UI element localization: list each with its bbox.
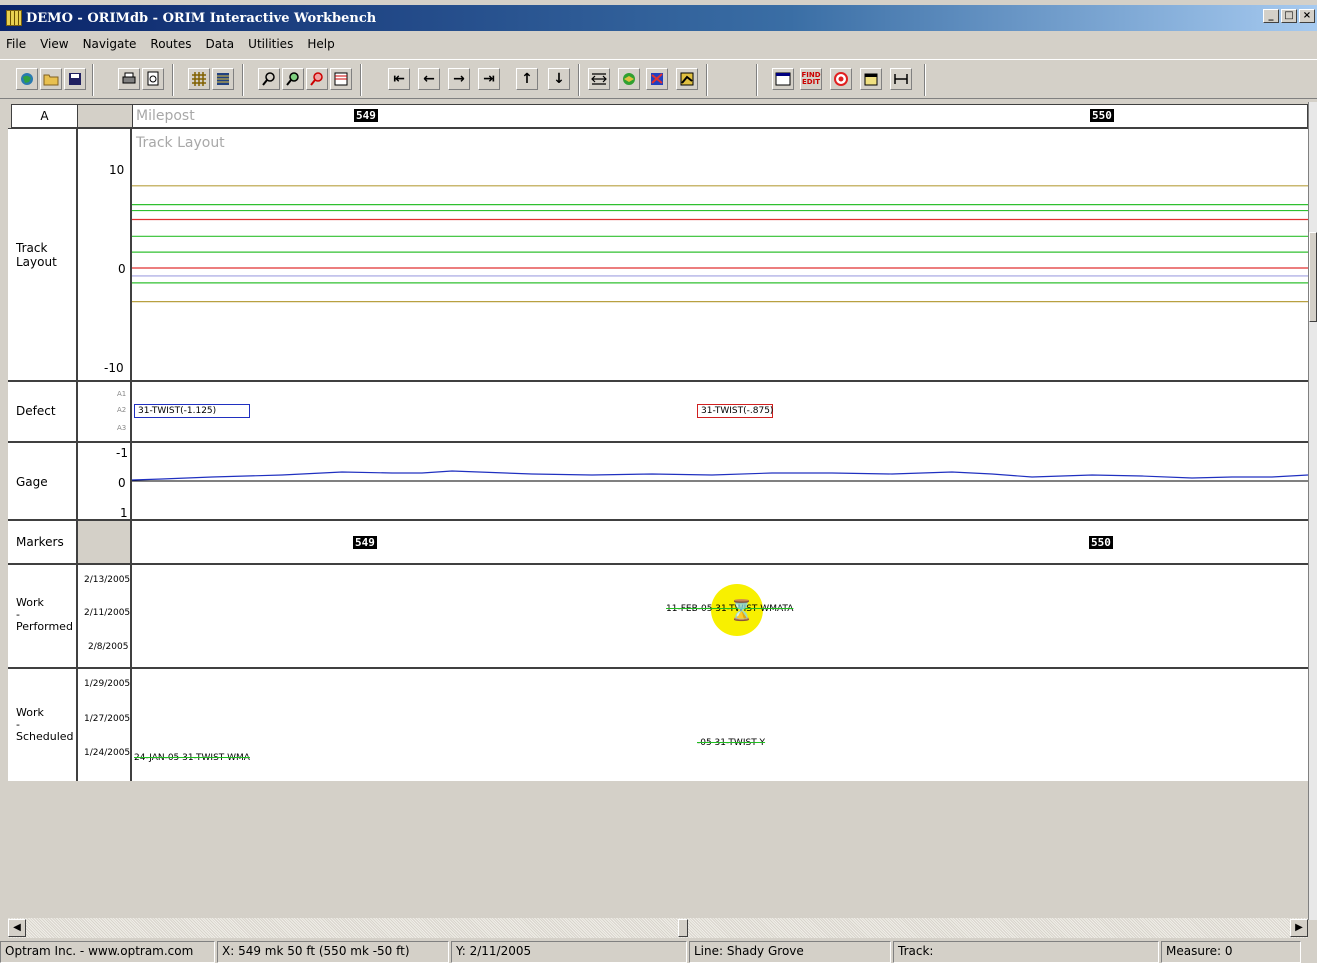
grid-icon[interactable] xyxy=(188,68,210,90)
zoom-in-icon[interactable] xyxy=(282,68,304,90)
markers-row: Markers 549 550 xyxy=(8,519,1308,563)
track-layout-row: Track Layout 10 0 -10 Track Layout xyxy=(8,128,1308,380)
fit-width-icon[interactable] xyxy=(588,68,610,90)
milepost-550: 550 xyxy=(1090,109,1114,122)
work-performed-row: Work - Performed 2/13/2005 2/11/2005 2/8… xyxy=(8,563,1308,667)
vertical-scrollbar[interactable] xyxy=(1308,102,1317,920)
status-y: Y: 2/11/2005 xyxy=(451,941,687,963)
route-label: A xyxy=(11,104,78,128)
horizontal-scrollbar[interactable]: ◀ ▶ xyxy=(8,918,1308,938)
status-measure: Measure: 0 xyxy=(1161,941,1301,963)
scroll-right-button[interactable]: ▶ xyxy=(1290,919,1308,937)
chart-workarea: A Milepost 549 550 Track Layout 10 0 -10… xyxy=(8,102,1308,920)
status-x: X: 549 mk 50 ft (550 mk -50 ft) xyxy=(217,941,449,963)
milepost-header: Milepost 549 550 xyxy=(132,104,1308,128)
zoom-tool-icon[interactable] xyxy=(306,68,328,90)
track-layout-label: Track Layout xyxy=(16,241,57,269)
table-icon[interactable] xyxy=(212,68,234,90)
gage-row: Gage -1 0 1 xyxy=(8,441,1308,520)
down-icon[interactable]: ↓ xyxy=(548,68,570,90)
window-icon[interactable] xyxy=(772,68,794,90)
header-spacer xyxy=(78,104,132,128)
status-track: Track: xyxy=(893,941,1159,963)
menu-data[interactable]: Data xyxy=(206,37,235,51)
first-icon[interactable]: ⇤ xyxy=(388,68,410,90)
toolbar: ⇤ ← → ⇥ ↑ ↓ FIND EDIT xyxy=(0,59,1317,99)
work-scheduled-item[interactable]: 24-JAN-05 31-TWIST WMA xyxy=(134,753,250,763)
gage-tick-minus1: -1 xyxy=(116,446,128,460)
scroll-left-button[interactable]: ◀ xyxy=(8,919,26,937)
date-tick: 1/27/2005 xyxy=(84,714,131,724)
open-folder-icon[interactable] xyxy=(40,68,62,90)
date-tick: 2/13/2005 xyxy=(84,575,131,585)
marker-549[interactable]: 549 xyxy=(353,536,377,549)
gage-trace xyxy=(132,470,1308,481)
gage-tick-0: 0 xyxy=(118,476,126,490)
map-icon[interactable] xyxy=(618,68,640,90)
print-icon[interactable] xyxy=(118,68,140,90)
date-tick: 2/11/2005 xyxy=(84,608,131,618)
menu-navigate[interactable]: Navigate xyxy=(83,37,137,51)
gage-label: Gage xyxy=(16,475,48,489)
horizontal-scroll-thumb[interactable] xyxy=(678,919,688,937)
defect-level-a1: A1 xyxy=(117,390,127,398)
menu-view[interactable]: View xyxy=(40,37,68,51)
work-scheduled-label: Work - Scheduled xyxy=(16,706,74,743)
date-tick: 2/8/2005 xyxy=(88,642,129,652)
target-icon[interactable] xyxy=(830,68,852,90)
defect-level-a2: A2 xyxy=(117,406,127,414)
track-layout-plot xyxy=(132,185,1308,303)
status-bar: Optram Inc. - www.optram.com X: 549 mk 5… xyxy=(0,941,1317,963)
defect-item[interactable]: 31-TWIST(-.875) xyxy=(697,404,773,418)
menu-help[interactable]: Help xyxy=(307,37,334,51)
close-button[interactable]: × xyxy=(1299,9,1315,23)
work-scheduled-item[interactable]: -05 31-TWIST Y xyxy=(697,738,765,748)
measure-icon[interactable] xyxy=(890,68,912,90)
milepost-label: Milepost xyxy=(136,108,195,124)
menu-utilities[interactable]: Utilities xyxy=(248,37,293,51)
status-line: Line: Shady Grove xyxy=(689,941,891,963)
split-view-icon[interactable] xyxy=(330,68,352,90)
marker-550[interactable]: 550 xyxy=(1089,536,1113,549)
menu-bar: File View Navigate Routes Data Utilities… xyxy=(0,31,1317,57)
up-icon[interactable]: ↑ xyxy=(516,68,538,90)
menu-routes[interactable]: Routes xyxy=(150,37,191,51)
defect-level-a3: A3 xyxy=(117,424,127,432)
routes-icon[interactable] xyxy=(646,68,668,90)
status-company: Optram Inc. - www.optram.com xyxy=(0,941,215,963)
find-edit-icon[interactable]: FIND EDIT xyxy=(800,68,822,90)
globe-icon[interactable] xyxy=(16,68,38,90)
y-tick-10: 10 xyxy=(109,163,125,177)
chart-icon[interactable] xyxy=(676,68,698,90)
previous-icon[interactable]: ← xyxy=(418,68,440,90)
save-icon[interactable] xyxy=(64,68,86,90)
vertical-scroll-thumb[interactable] xyxy=(1309,232,1317,322)
app-icon xyxy=(6,10,22,26)
defect-item[interactable]: 31-TWIST(-1.125) xyxy=(134,404,250,418)
calendar-icon[interactable] xyxy=(860,68,882,90)
date-tick: 1/29/2005 xyxy=(84,679,131,689)
date-tick: 1/24/2005 xyxy=(84,748,131,758)
markers-label: Markers xyxy=(16,535,64,549)
window-title: DEMO - ORIMdb - ORIM Interactive Workben… xyxy=(26,10,377,26)
title-bar: DEMO - ORIMdb - ORIM Interactive Workben… xyxy=(0,5,1317,31)
y-tick-minus10: -10 xyxy=(104,361,124,375)
next-icon[interactable]: → xyxy=(448,68,470,90)
defect-row: Defect A1 A2 A3 31-TWIST(-1.125) 31-TWIS… xyxy=(8,380,1308,441)
y-tick-0: 0 xyxy=(118,262,126,276)
menu-file[interactable]: File xyxy=(6,37,26,51)
defect-label: Defect xyxy=(16,404,56,418)
milepost-549: 549 xyxy=(354,109,378,122)
gage-plot xyxy=(132,470,1308,482)
hourglass-cursor-icon: ⌛ xyxy=(729,598,754,622)
last-icon[interactable]: ⇥ xyxy=(478,68,500,90)
zoom-out-icon[interactable] xyxy=(258,68,280,90)
gage-tick-1: 1 xyxy=(120,506,128,520)
work-performed-label: Work - Performed xyxy=(16,596,73,633)
print-preview-icon[interactable] xyxy=(142,68,164,90)
maximize-button[interactable]: □ xyxy=(1281,9,1297,23)
minimize-button[interactable]: _ xyxy=(1263,9,1279,23)
work-scheduled-row: Work - Scheduled 1/29/2005 1/27/2005 1/2… xyxy=(8,667,1308,781)
